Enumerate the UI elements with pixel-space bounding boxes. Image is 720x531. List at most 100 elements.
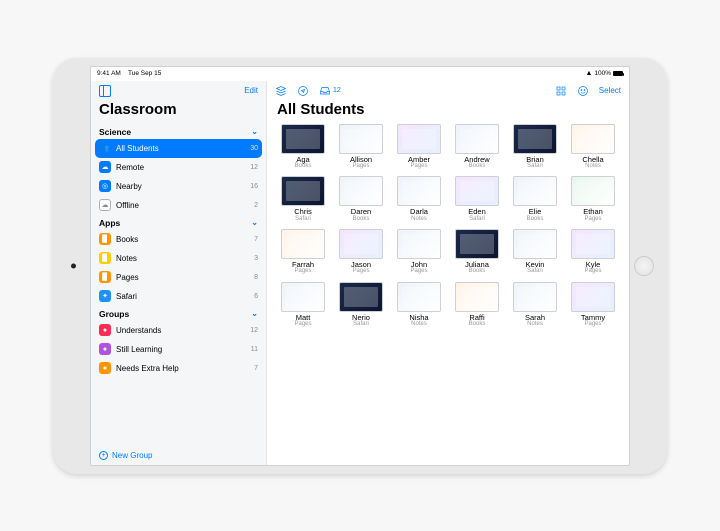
- sidebar-item-needs-help[interactable]: ● Needs Extra Help 7: [91, 359, 266, 378]
- sidebar-item-label: Notes: [116, 254, 249, 263]
- main-panel: 12 Select All Students AgaBooksAllisonPa…: [267, 81, 629, 465]
- student-app: Books: [469, 268, 486, 275]
- sidebar-item-count: 7: [254, 236, 258, 243]
- sidebar-item-remote[interactable]: ☁ Remote 12: [91, 158, 266, 177]
- student-tile[interactable]: TammyPages: [567, 282, 619, 329]
- student-name: Allison: [350, 156, 372, 164]
- grid-view-icon[interactable]: [555, 85, 567, 97]
- student-tile[interactable]: ChrisSafari: [277, 176, 329, 223]
- student-app: Pages: [584, 268, 601, 275]
- sidebar-item-count: 2: [254, 202, 258, 209]
- sidebar-item-still-learning[interactable]: ● Still Learning 11: [91, 340, 266, 359]
- sidebar-item-books[interactable]: ▉ Books 7: [91, 230, 266, 249]
- student-tile[interactable]: RaffiBooks: [451, 282, 503, 329]
- student-name: Juliana: [465, 261, 489, 269]
- student-app: Safari: [527, 163, 543, 170]
- student-tile[interactable]: EdenSafari: [451, 176, 503, 223]
- student-name: Amber: [408, 156, 430, 164]
- student-app: Books: [295, 163, 312, 170]
- sidebar-toggle-icon[interactable]: [99, 85, 111, 97]
- student-tile[interactable]: SarahNotes: [509, 282, 561, 329]
- student-name: John: [411, 261, 427, 269]
- status-left: 9:41 AM Tue Sep 15: [97, 70, 161, 77]
- home-button[interactable]: [634, 256, 654, 276]
- student-app: Books: [469, 163, 486, 170]
- student-app: Pages: [584, 216, 601, 223]
- sidebar-item-label: All Students: [116, 144, 245, 153]
- student-name: Chris: [294, 208, 312, 216]
- compass-icon[interactable]: [297, 85, 309, 97]
- sidebar-item-pages[interactable]: ▉ Pages 8: [91, 268, 266, 287]
- student-name: Andrew: [464, 156, 489, 164]
- group-icon: ●: [99, 324, 111, 336]
- student-thumbnail: [281, 282, 325, 312]
- battery-icon: [613, 71, 623, 76]
- student-tile[interactable]: ElieBooks: [509, 176, 561, 223]
- sidebar-item-label: Still Learning: [116, 345, 246, 354]
- student-tile[interactable]: AndrewBooks: [451, 124, 503, 171]
- student-tile[interactable]: DarlaNotes: [393, 176, 445, 223]
- section-apps[interactable]: Apps ⌄: [91, 215, 266, 230]
- group-icon: ●: [99, 362, 111, 374]
- student-tile[interactable]: AmberPages: [393, 124, 445, 171]
- select-button[interactable]: Select: [599, 86, 621, 95]
- sidebar-item-nearby[interactable]: ◎ Nearby 16: [91, 177, 266, 196]
- student-tile[interactable]: KylePages: [567, 229, 619, 276]
- student-thumbnail: [513, 282, 557, 312]
- status-time: 9:41 AM: [97, 70, 121, 77]
- student-app: Pages: [584, 321, 601, 328]
- new-group-button[interactable]: + New Group: [91, 446, 266, 465]
- student-thumbnail: [455, 124, 499, 154]
- status-date: Tue Sep 15: [128, 70, 161, 77]
- student-tile[interactable]: NishaNotes: [393, 282, 445, 329]
- student-tile[interactable]: MattPages: [277, 282, 329, 329]
- face-icon[interactable]: [577, 85, 589, 97]
- chevron-down-icon: ⌄: [251, 127, 258, 136]
- sidebar-item-count: 12: [250, 164, 258, 171]
- student-name: Aga: [296, 156, 309, 164]
- section-groups[interactable]: Groups ⌄: [91, 306, 266, 321]
- inbox-button[interactable]: 12: [319, 85, 341, 97]
- stack-icon[interactable]: [275, 85, 287, 97]
- sidebar-item-understands[interactable]: ● Understands 12: [91, 321, 266, 340]
- edit-button[interactable]: Edit: [244, 86, 258, 95]
- student-tile[interactable]: FarrahPages: [277, 229, 329, 276]
- sidebar-item-label: Understands: [116, 326, 245, 335]
- sidebar-item-count: 8: [254, 274, 258, 281]
- student-name: Sarah: [525, 314, 545, 322]
- sidebar-item-all-students[interactable]: 👥 All Students 30: [95, 139, 262, 158]
- student-tile[interactable]: AgaBooks: [277, 124, 329, 171]
- sidebar-item-count: 6: [254, 293, 258, 300]
- student-thumbnail: [339, 124, 383, 154]
- student-tile[interactable]: ChellaNotes: [567, 124, 619, 171]
- student-grid: AgaBooksAllisonPagesAmberPagesAndrewBook…: [267, 124, 629, 465]
- sidebar-item-label: Pages: [116, 273, 249, 282]
- student-tile[interactable]: EthanPages: [567, 176, 619, 223]
- student-app: Pages: [410, 163, 427, 170]
- student-app: Notes: [527, 321, 543, 328]
- chevron-down-icon: ⌄: [251, 218, 258, 227]
- student-tile[interactable]: JulianaBooks: [451, 229, 503, 276]
- section-science[interactable]: Science ⌄: [91, 124, 266, 139]
- student-tile[interactable]: DarenBooks: [335, 176, 387, 223]
- student-name: Nisha: [409, 314, 428, 322]
- notes-icon: ▉: [99, 252, 111, 264]
- student-name: Darla: [410, 208, 428, 216]
- student-name: Chella: [582, 156, 603, 164]
- sidebar-item-safari[interactable]: ✦ Safari 6: [91, 287, 266, 306]
- student-tile[interactable]: JohnPages: [393, 229, 445, 276]
- student-tile[interactable]: AllisonPages: [335, 124, 387, 171]
- student-app: Pages: [352, 268, 369, 275]
- nearby-icon: ◎: [99, 180, 111, 192]
- student-tile[interactable]: BrianSafari: [509, 124, 561, 171]
- sidebar-item-offline[interactable]: ☁ Offline 2: [91, 196, 266, 215]
- student-tile[interactable]: KevinSafari: [509, 229, 561, 276]
- student-tile[interactable]: NerioSafari: [335, 282, 387, 329]
- sidebar-item-count: 12: [250, 327, 258, 334]
- student-name: Ethan: [583, 208, 603, 216]
- student-tile[interactable]: JasonPages: [335, 229, 387, 276]
- safari-icon: ✦: [99, 290, 111, 302]
- sidebar-item-notes[interactable]: ▉ Notes 3: [91, 249, 266, 268]
- sidebar-item-count: 16: [250, 183, 258, 190]
- student-name: Kyle: [586, 261, 601, 269]
